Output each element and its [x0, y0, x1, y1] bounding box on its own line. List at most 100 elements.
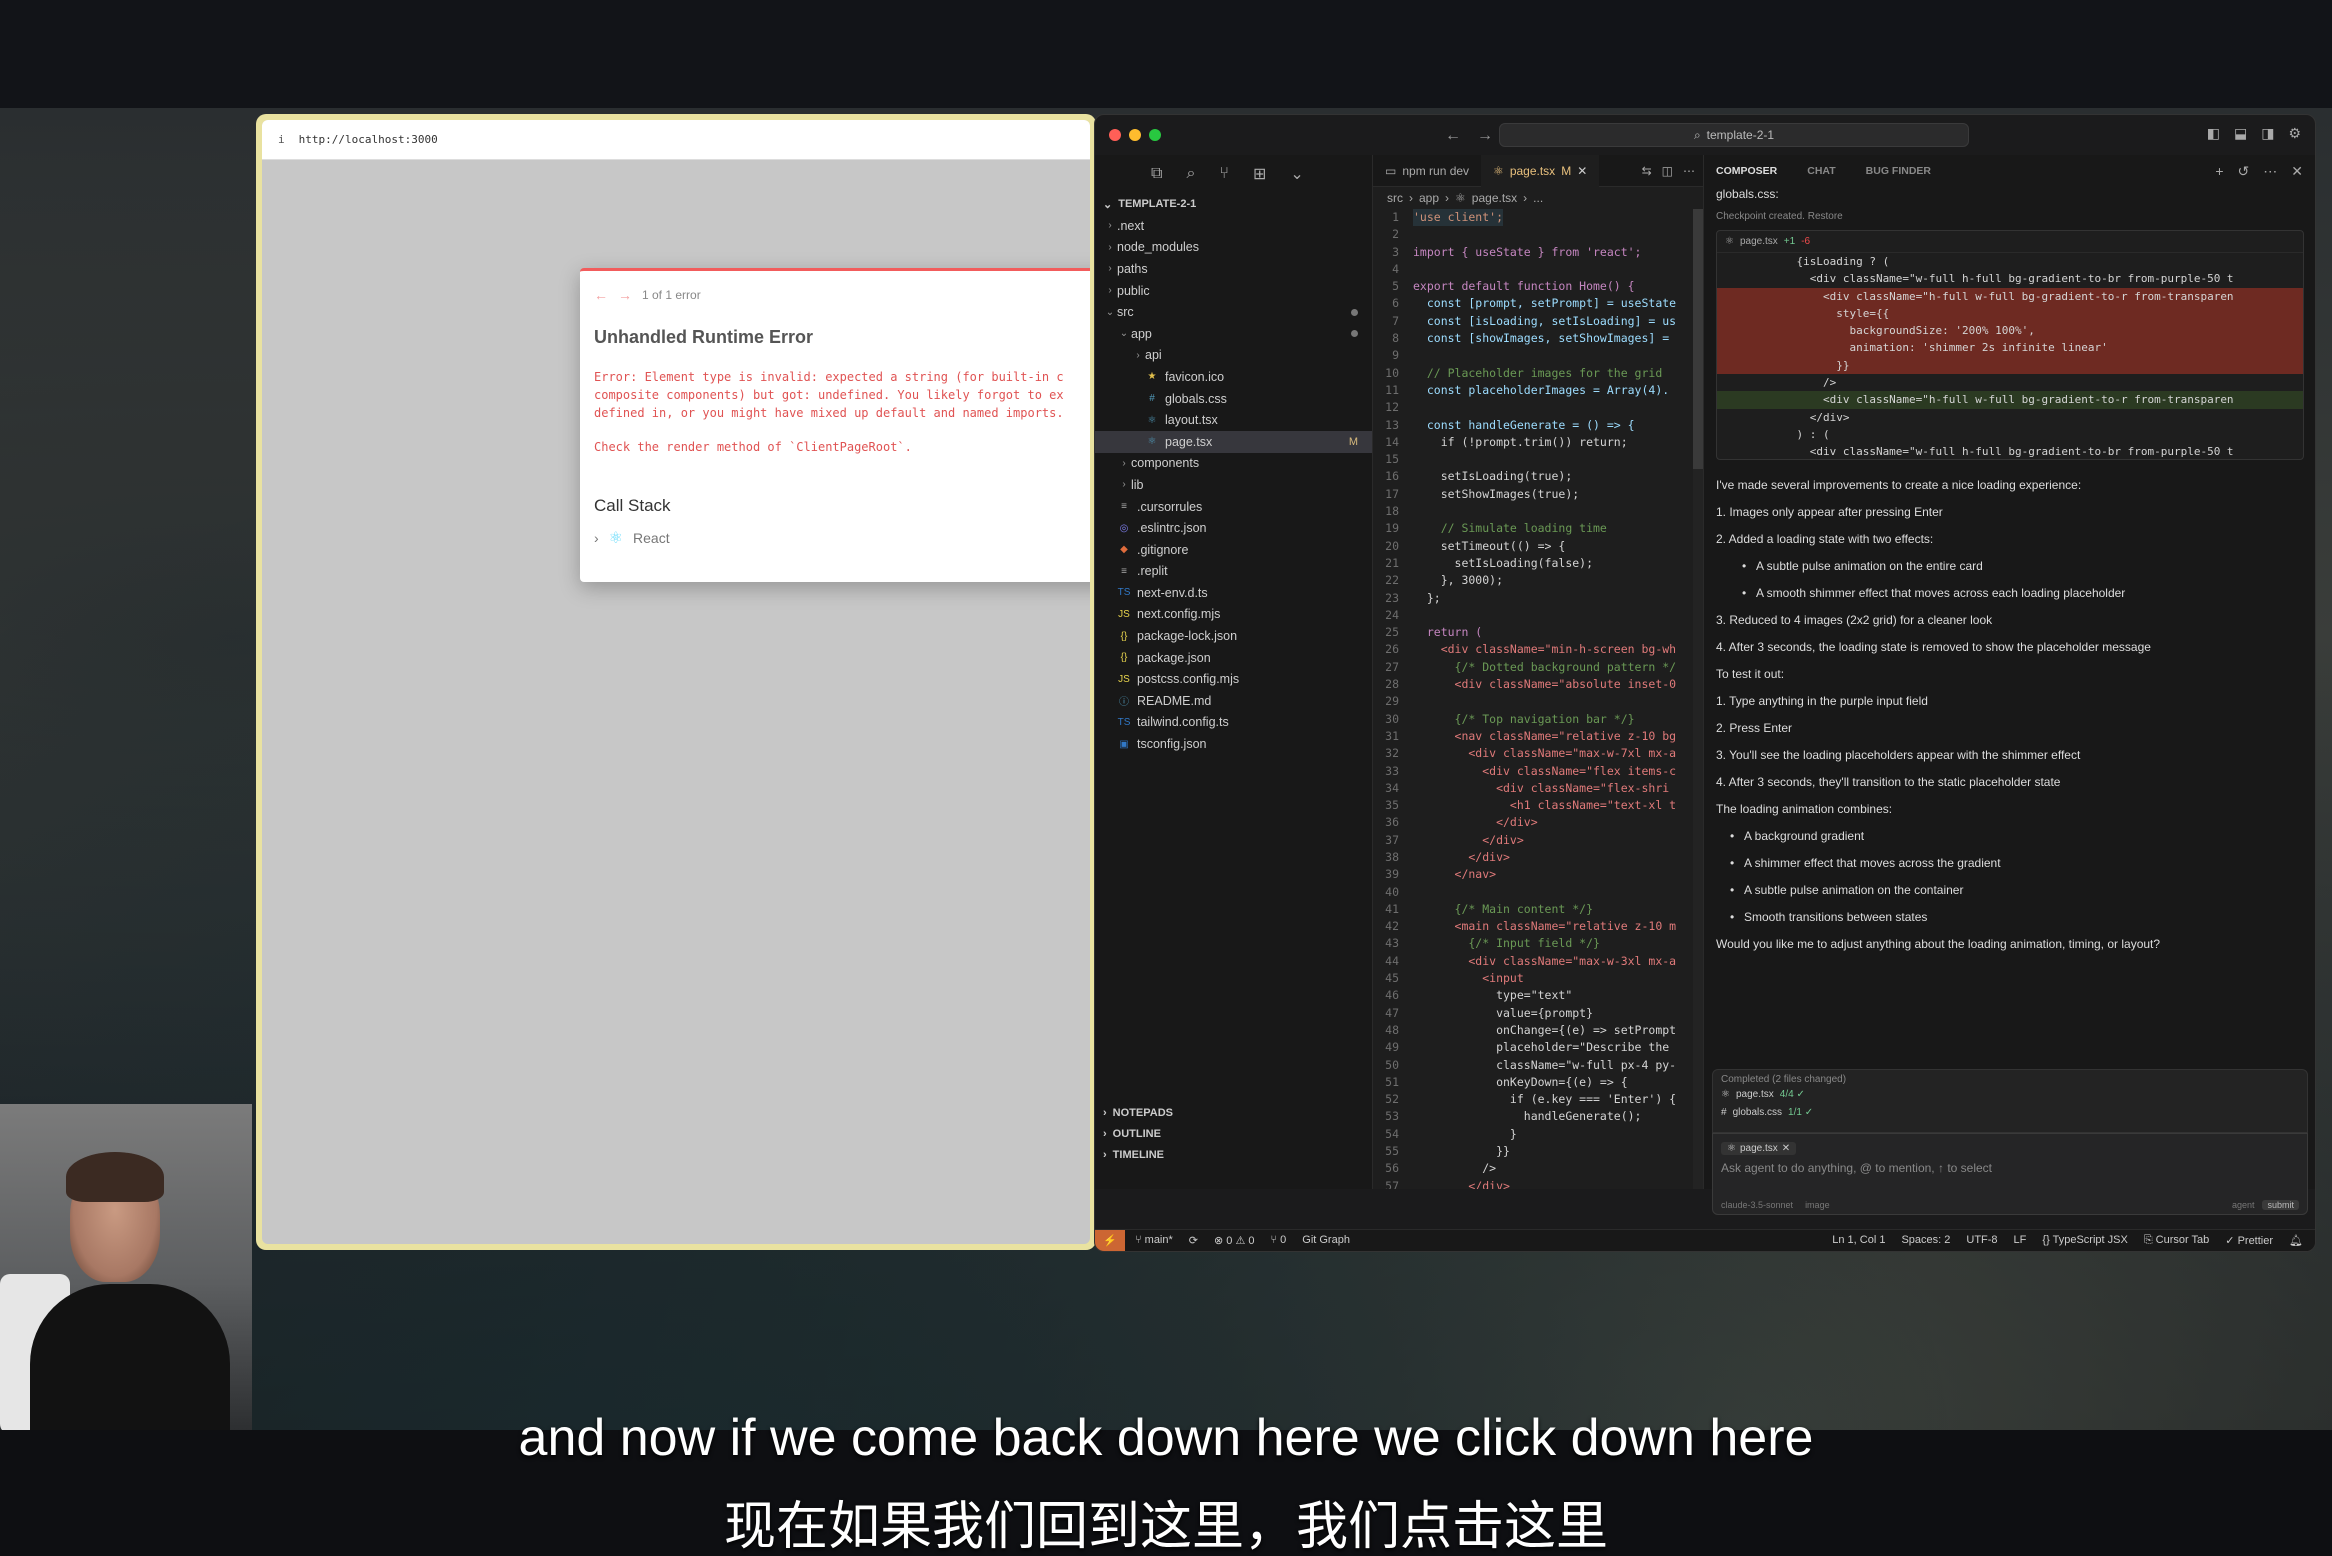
- call-stack-item[interactable]: › ⚛ React: [594, 528, 1090, 548]
- code-line[interactable]: 18: [1373, 503, 1703, 520]
- search-icon[interactable]: ⌕: [1186, 165, 1195, 183]
- code-line[interactable]: 2: [1373, 226, 1703, 243]
- breadcrumb-item[interactable]: app: [1419, 191, 1439, 205]
- close-icon[interactable]: ✕: [2291, 163, 2303, 180]
- command-center[interactable]: ⌕ template-2-1: [1499, 123, 1969, 147]
- panel-timeline[interactable]: › TIMELINE: [1095, 1144, 1372, 1165]
- code-line[interactable]: 9: [1373, 347, 1703, 364]
- breadcrumb-item[interactable]: src: [1387, 191, 1403, 205]
- tab-chat[interactable]: CHAT: [1807, 165, 1835, 177]
- tree-item[interactable]: {} package-lock.json: [1095, 625, 1372, 647]
- explorer-root[interactable]: ⌄ TEMPLATE-2-1: [1095, 193, 1372, 215]
- code-line[interactable]: 29: [1373, 693, 1703, 710]
- code-line[interactable]: 36 </div>: [1373, 814, 1703, 831]
- code-line[interactable]: 6 const [prompt, setPrompt] = useState: [1373, 295, 1703, 312]
- changed-file-row[interactable]: # globals.css 1/1 ✓: [1721, 1103, 2299, 1121]
- code-line[interactable]: 47 value={prompt}: [1373, 1005, 1703, 1022]
- split-editor-icon[interactable]: ◫: [1662, 164, 1673, 178]
- code-line[interactable]: 4: [1373, 261, 1703, 278]
- code-line[interactable]: 45 <input: [1373, 970, 1703, 987]
- close-icon[interactable]: ✕: [1782, 1143, 1790, 1154]
- extensions-icon[interactable]: ⊞: [1253, 164, 1266, 184]
- code-line[interactable]: 17 setShowImages(true);: [1373, 486, 1703, 503]
- code-line[interactable]: 27 {/* Dotted background pattern */: [1373, 659, 1703, 676]
- code-line[interactable]: 8 const [showImages, setShowImages] =: [1373, 330, 1703, 347]
- tab-composer[interactable]: COMPOSER: [1716, 165, 1777, 177]
- code-line[interactable]: 20 setTimeout(() => {: [1373, 538, 1703, 555]
- code-line[interactable]: 25 return (: [1373, 624, 1703, 641]
- tree-item[interactable]: ◆ .gitignore: [1095, 539, 1372, 561]
- tree-item[interactable]: ≡ .replit: [1095, 561, 1372, 583]
- code-line[interactable]: 42 <main className="relative z-10 m: [1373, 918, 1703, 935]
- code-line[interactable]: 22 }, 3000);: [1373, 572, 1703, 589]
- code-line[interactable]: 43 {/* Input field */}: [1373, 935, 1703, 952]
- code-line[interactable]: 16 setIsLoading(true);: [1373, 468, 1703, 485]
- sync-icon[interactable]: ⟳: [1189, 1234, 1198, 1247]
- tab-bug-finder[interactable]: BUG FINDER: [1866, 165, 1931, 177]
- gear-icon[interactable]: ⚙: [2288, 125, 2301, 142]
- code-line[interactable]: 57 </div>: [1373, 1178, 1703, 1189]
- compare-icon[interactable]: ⇆: [1642, 164, 1652, 178]
- code-line[interactable]: 34 <div className="flex-shri: [1373, 780, 1703, 797]
- tree-item[interactable]: # globals.css: [1095, 388, 1372, 410]
- code-line[interactable]: 48 onChange={(e) => setPrompt: [1373, 1022, 1703, 1039]
- code-line[interactable]: 15: [1373, 451, 1703, 468]
- tree-item[interactable]: › paths: [1095, 258, 1372, 280]
- code-line[interactable]: 31 <nav className="relative z-10 bg: [1373, 728, 1703, 745]
- remote-icon[interactable]: ⚡: [1095, 1229, 1125, 1251]
- prev-error-arrow-icon[interactable]: ←: [594, 287, 608, 303]
- forward-arrow-icon[interactable]: →: [1477, 127, 1493, 145]
- prettier[interactable]: ✓ Prettier: [2225, 1234, 2273, 1247]
- close-window-button[interactable]: [1109, 129, 1121, 141]
- code-line[interactable]: 19 // Simulate loading time: [1373, 520, 1703, 537]
- info-icon[interactable]: i: [278, 133, 285, 146]
- code-lines[interactable]: 1'use client'; 2 3 import { useState } from…: [1373, 209, 1703, 1189]
- tab-page-tsx[interactable]: ⚛ page.tsx M ✕: [1481, 154, 1600, 187]
- minimize-window-button[interactable]: [1129, 129, 1141, 141]
- language-mode[interactable]: {} TypeScript JSX: [2042, 1234, 2127, 1247]
- code-line[interactable]: 50 className="w-full px-4 py-: [1373, 1057, 1703, 1074]
- editor-scrollbar[interactable]: [1693, 209, 1703, 1189]
- code-line[interactable]: 41 {/* Main content */}: [1373, 901, 1703, 918]
- plus-icon[interactable]: +: [2215, 163, 2223, 180]
- encoding[interactable]: UTF-8: [1966, 1234, 1997, 1247]
- tree-item[interactable]: ⓘ README.md: [1095, 690, 1372, 712]
- code-line[interactable]: 37 </div>: [1373, 832, 1703, 849]
- code-line[interactable]: 46 type="text": [1373, 987, 1703, 1004]
- agent-mode-toggle[interactable]: agent: [2232, 1200, 2255, 1210]
- next-error-arrow-icon[interactable]: →: [618, 287, 632, 303]
- tree-item[interactable]: ⌄ app: [1095, 323, 1372, 345]
- code-line[interactable]: 28 <div className="absolute inset-0: [1373, 676, 1703, 693]
- ports-indicator[interactable]: ⑂ 0: [1270, 1234, 1286, 1247]
- tree-item[interactable]: › public: [1095, 280, 1372, 302]
- line-endings[interactable]: LF: [2014, 1234, 2027, 1247]
- back-arrow-icon[interactable]: ←: [1445, 127, 1461, 145]
- tree-item[interactable]: ▣ tsconfig.json: [1095, 733, 1372, 755]
- code-line[interactable]: 30 {/* Top navigation bar */}: [1373, 711, 1703, 728]
- code-line[interactable]: 56 />: [1373, 1160, 1703, 1177]
- image-button[interactable]: image: [1805, 1200, 1830, 1210]
- url-text[interactable]: http://localhost:3000: [299, 133, 438, 146]
- code-line[interactable]: 26 <div className="min-h-screen bg-wh: [1373, 641, 1703, 658]
- tree-item[interactable]: ◎ .eslintrc.json: [1095, 517, 1372, 539]
- tree-item[interactable]: ⌄ src: [1095, 301, 1372, 323]
- tree-item[interactable]: TS tailwind.config.ts: [1095, 712, 1372, 734]
- tree-item[interactable]: ⚛ page.tsx M: [1095, 430, 1372, 453]
- tree-item[interactable]: TS next-env.d.ts: [1095, 582, 1372, 604]
- code-line[interactable]: 14 if (!prompt.trim()) return;: [1373, 434, 1703, 451]
- code-line[interactable]: 40: [1373, 884, 1703, 901]
- breadcrumb-item[interactable]: ...: [1533, 191, 1543, 205]
- code-line[interactable]: 54 }: [1373, 1126, 1703, 1143]
- git-branch[interactable]: ⑂ main*: [1135, 1234, 1173, 1247]
- close-icon[interactable]: ✕: [1577, 164, 1587, 178]
- history-icon[interactable]: ↺: [2238, 163, 2250, 180]
- code-line[interactable]: 21 setIsLoading(false);: [1373, 555, 1703, 572]
- more-icon[interactable]: ⋯: [2263, 163, 2277, 180]
- model-selector[interactable]: claude-3.5-sonnet: [1721, 1200, 1793, 1210]
- changed-file-row[interactable]: ⚛ page.tsx 4/4 ✓: [1721, 1085, 2299, 1103]
- files-icon[interactable]: ⧉: [1151, 165, 1162, 183]
- code-line[interactable]: 55 }}: [1373, 1143, 1703, 1160]
- checkpoint-note[interactable]: Checkpoint created. Restore: [1716, 211, 2305, 222]
- panel-outline[interactable]: › OUTLINE: [1095, 1123, 1372, 1144]
- scrollbar-thumb[interactable]: [1693, 209, 1703, 469]
